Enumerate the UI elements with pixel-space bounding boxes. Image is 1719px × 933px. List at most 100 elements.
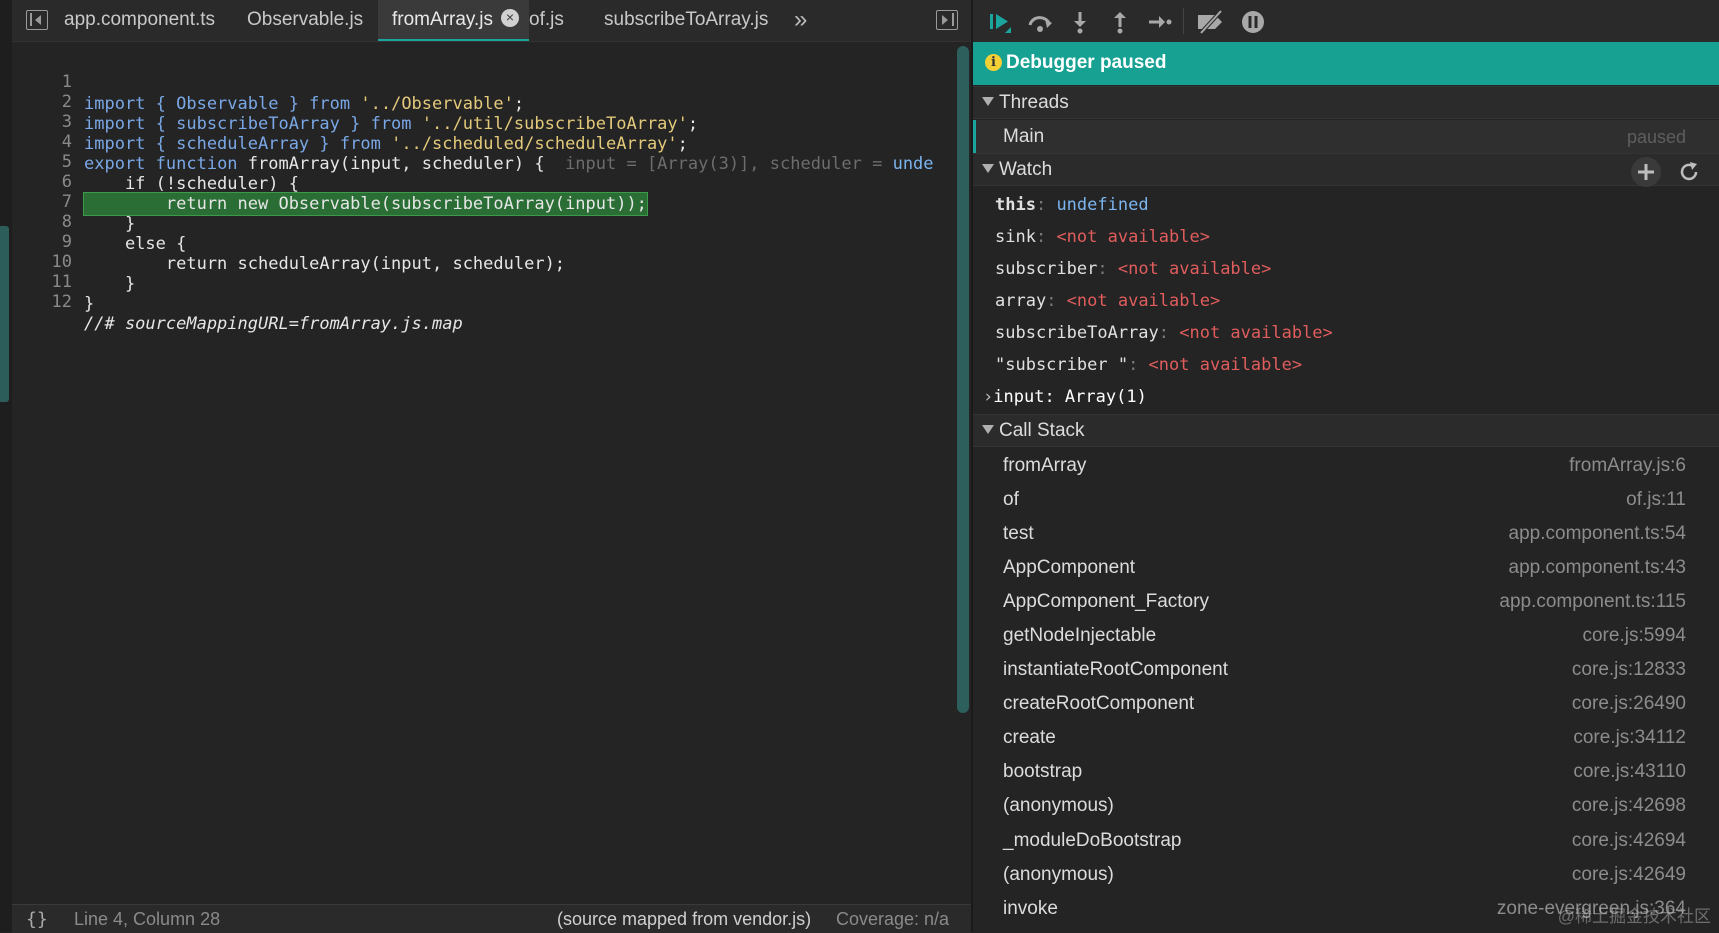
- tab-label: app.component.ts: [64, 9, 216, 30]
- watch-value: <not available>: [1179, 323, 1333, 343]
- collapse-triangle-icon: [982, 425, 994, 434]
- thread-main[interactable]: Main paused: [973, 120, 1719, 153]
- source-mapped-link[interactable]: (source mapped from vendor.js): [557, 909, 811, 930]
- coverage-status: Coverage: n/a: [836, 909, 950, 929]
- gutter-strip: [0, 0, 12, 932]
- watch-value: <not available>: [1056, 227, 1210, 247]
- resume-icon[interactable]: [987, 9, 1013, 35]
- debugger-pane: i Debugger paused Threads Main paused Wa…: [973, 0, 1719, 932]
- frame-name: create: [1003, 727, 1056, 748]
- tab-label: subscribeToArray.js: [604, 9, 769, 30]
- watch-value: <not available>: [1117, 259, 1272, 279]
- frame-name: test: [1003, 523, 1034, 544]
- watch-separator: :: [1044, 387, 1065, 407]
- frame-name: invoke: [1003, 898, 1058, 919]
- watch-key: subscriber: [995, 259, 1098, 279]
- code-line: 11 }: [12, 249, 956, 314]
- callstack-header[interactable]: Call Stack: [973, 414, 1719, 447]
- more-tabs-icon[interactable]: »: [794, 0, 807, 41]
- toggle-sidebar-icon[interactable]: [26, 10, 48, 30]
- watch-header[interactable]: Watch: [973, 153, 1719, 188]
- watch-item[interactable]: this: undefined: [995, 195, 1149, 215]
- watch-value: undefined: [1056, 195, 1149, 215]
- watch-item-expandable[interactable]: ›input: Array(1): [983, 387, 1147, 407]
- watch-separator: :: [1035, 227, 1057, 247]
- paused-code-line: 6 return new Observable(subscribeToArray…: [12, 149, 956, 216]
- frame-name: AppComponent: [1003, 557, 1136, 578]
- editor-scrollbar-thumb[interactable]: [957, 46, 969, 713]
- tab-fromarray[interactable]: fromArray.js ×: [378, 0, 529, 41]
- code-line: 4 export function fromArray(input, sched…: [12, 109, 956, 174]
- frame-location: app.component.ts:54: [1508, 523, 1686, 544]
- toggle-debugger-icon[interactable]: [936, 10, 958, 30]
- code-line: 8 else {: [12, 189, 956, 254]
- paused-label: Debugger paused: [1006, 52, 1167, 73]
- watch-key: this: [995, 195, 1036, 215]
- code-line: 12 //# sourceMappingURL=fromArray.js.map: [12, 269, 956, 334]
- code-text: //# sourceMappingURL=fromArray.js.map: [84, 314, 463, 334]
- tab-subscribetoarray[interactable]: subscribeToArray.js: [604, 0, 768, 41]
- frame-location: core.js:26490: [1571, 693, 1686, 714]
- close-tab-icon[interactable]: ×: [500, 8, 519, 27]
- frame-location: core.js:5994: [1582, 625, 1686, 646]
- step-icon[interactable]: [1147, 9, 1173, 35]
- code-line: 2 import { subscribeToArray } from '../u…: [12, 69, 956, 134]
- watch-item[interactable]: "subscriber ": <not available>: [995, 355, 1302, 375]
- pause-on-exceptions-icon[interactable]: [1240, 9, 1266, 35]
- info-icon: i: [985, 54, 1002, 71]
- code-line: 3 import { scheduleArray } from '../sche…: [12, 89, 956, 154]
- watch-item[interactable]: subscribeToArray: <not available>: [995, 323, 1333, 343]
- step-out-icon[interactable]: [1107, 9, 1133, 35]
- watch-item[interactable]: array: <not available>: [995, 291, 1220, 311]
- frame-name: instantiateRootComponent: [1003, 659, 1228, 680]
- tab-app-component[interactable]: app.component.ts: [64, 0, 215, 41]
- watch-key: input: [993, 387, 1045, 407]
- status-bar: {} Line 4, Column 28 (source mapped from…: [12, 904, 971, 933]
- frame-location: of.js:11: [1626, 489, 1686, 510]
- tab-of[interactable]: of.js: [529, 0, 564, 41]
- toolbar-separator: [1183, 8, 1184, 34]
- section-title: Call Stack: [999, 420, 1085, 441]
- expand-chevron-icon[interactable]: ›: [983, 387, 993, 407]
- tab-observable[interactable]: Observable.js: [247, 0, 363, 41]
- add-watch-icon[interactable]: [1630, 156, 1662, 188]
- section-title: Threads: [999, 92, 1069, 113]
- frame-location: app.component.ts:115: [1499, 591, 1686, 612]
- cursor-position: Line 4, Column 28: [74, 909, 221, 929]
- frame-location: core.js:42694: [1571, 830, 1686, 851]
- gutter-marker: [0, 226, 9, 402]
- watch-key: "subscriber ": [995, 355, 1129, 375]
- code-line: 5 if (!scheduler) {: [12, 129, 956, 194]
- watch-value: <not available>: [1148, 355, 1303, 375]
- thread-state: paused: [1626, 127, 1686, 147]
- watch-separator: :: [1097, 259, 1118, 279]
- watch-item[interactable]: sink: <not available>: [995, 227, 1210, 247]
- watch-separator: :: [1128, 355, 1149, 375]
- frame-location: core.js:43110: [1573, 761, 1686, 782]
- frame-name: fromArray: [1003, 455, 1087, 476]
- frame-location: core.js:34112: [1573, 727, 1686, 748]
- frame-location: app.component.ts:43: [1508, 557, 1686, 578]
- step-over-icon[interactable]: [1027, 9, 1053, 35]
- tab-label: Observable.js: [247, 9, 364, 30]
- frame-location: fromArray.js:6: [1569, 455, 1686, 476]
- frame-location: core.js:12833: [1571, 659, 1686, 680]
- watch-key: subscribeToArray: [995, 323, 1159, 343]
- frame-name: getNodeInjectable: [1003, 625, 1157, 646]
- watch-separator: :: [1158, 323, 1180, 343]
- editor-tab-bar: app.component.ts Observable.js fromArray…: [12, 0, 971, 42]
- code-line: 7 }: [12, 169, 956, 234]
- watch-value: <not available>: [1066, 291, 1221, 311]
- step-in-icon[interactable]: [1067, 9, 1093, 35]
- collapse-triangle-icon: [982, 97, 994, 106]
- watch-item[interactable]: subscriber: <not available>: [995, 259, 1271, 279]
- code-text: }: [84, 294, 95, 314]
- pretty-print-icon[interactable]: {}: [26, 909, 48, 930]
- debugger-toolbar: [973, 0, 1719, 42]
- threads-header[interactable]: Threads: [973, 86, 1719, 119]
- line-number: 12: [51, 292, 72, 312]
- refresh-watch-icon[interactable]: [1678, 161, 1700, 183]
- deactivate-breakpoints-icon[interactable]: [1195, 9, 1227, 35]
- code-editor[interactable]: 1 import { Observable } from '../Observa…: [12, 42, 956, 902]
- watch-separator: :: [1035, 195, 1057, 215]
